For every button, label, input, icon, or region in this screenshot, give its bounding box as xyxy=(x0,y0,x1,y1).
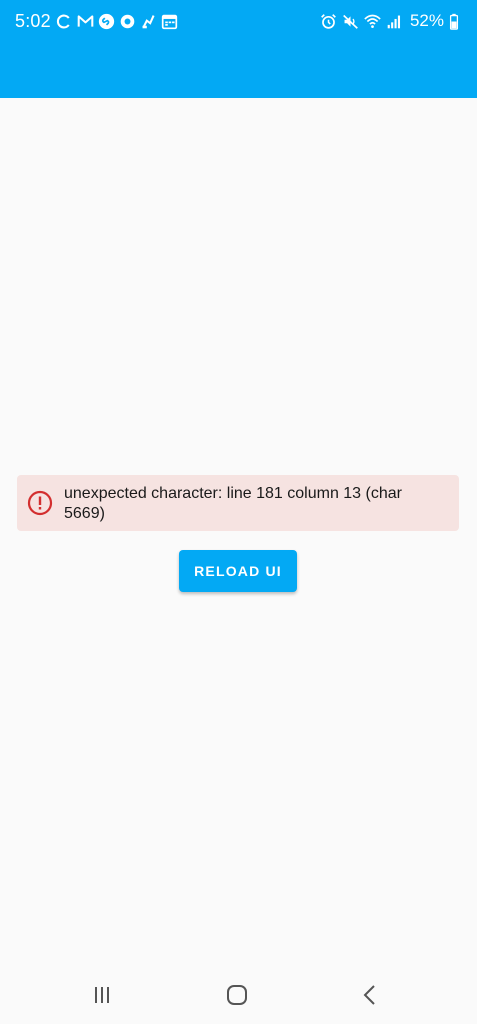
reload-ui-button[interactable]: RELOAD UI xyxy=(179,550,297,592)
calendar-icon xyxy=(161,13,178,30)
error-banner: unexpected character: line 181 column 13… xyxy=(17,475,459,531)
battery-percent: 52% xyxy=(409,11,444,30)
signal-icon xyxy=(386,13,403,30)
screen: 5:02 52% unexpected character: line 181 … xyxy=(0,0,477,1024)
recent-apps-button[interactable] xyxy=(84,980,120,1010)
mute-icon xyxy=(342,13,359,30)
status-time: 5:02 xyxy=(15,11,51,31)
navigation-bar xyxy=(0,968,477,1024)
notification-icons xyxy=(56,11,178,31)
back-icon xyxy=(360,984,380,1006)
wifi-icon xyxy=(364,13,381,30)
error-circle-icon xyxy=(27,490,53,516)
app-bar: 5:02 52% xyxy=(0,0,477,98)
gmail-icon xyxy=(77,13,94,30)
sync-icon xyxy=(56,13,73,30)
home-icon xyxy=(226,984,248,1006)
alarm-icon xyxy=(320,13,337,30)
status-bar: 5:02 52% xyxy=(0,0,477,42)
home-button[interactable] xyxy=(219,980,255,1010)
notification-icon xyxy=(140,13,157,30)
recent-apps-icon xyxy=(92,985,112,1005)
battery-icon xyxy=(449,13,459,30)
back-button[interactable] xyxy=(352,980,388,1010)
shazam-icon xyxy=(98,13,115,30)
error-message: unexpected character: line 181 column 13… xyxy=(64,485,402,522)
settings-badge-icon xyxy=(119,13,136,30)
system-icons: 52% xyxy=(320,11,459,31)
